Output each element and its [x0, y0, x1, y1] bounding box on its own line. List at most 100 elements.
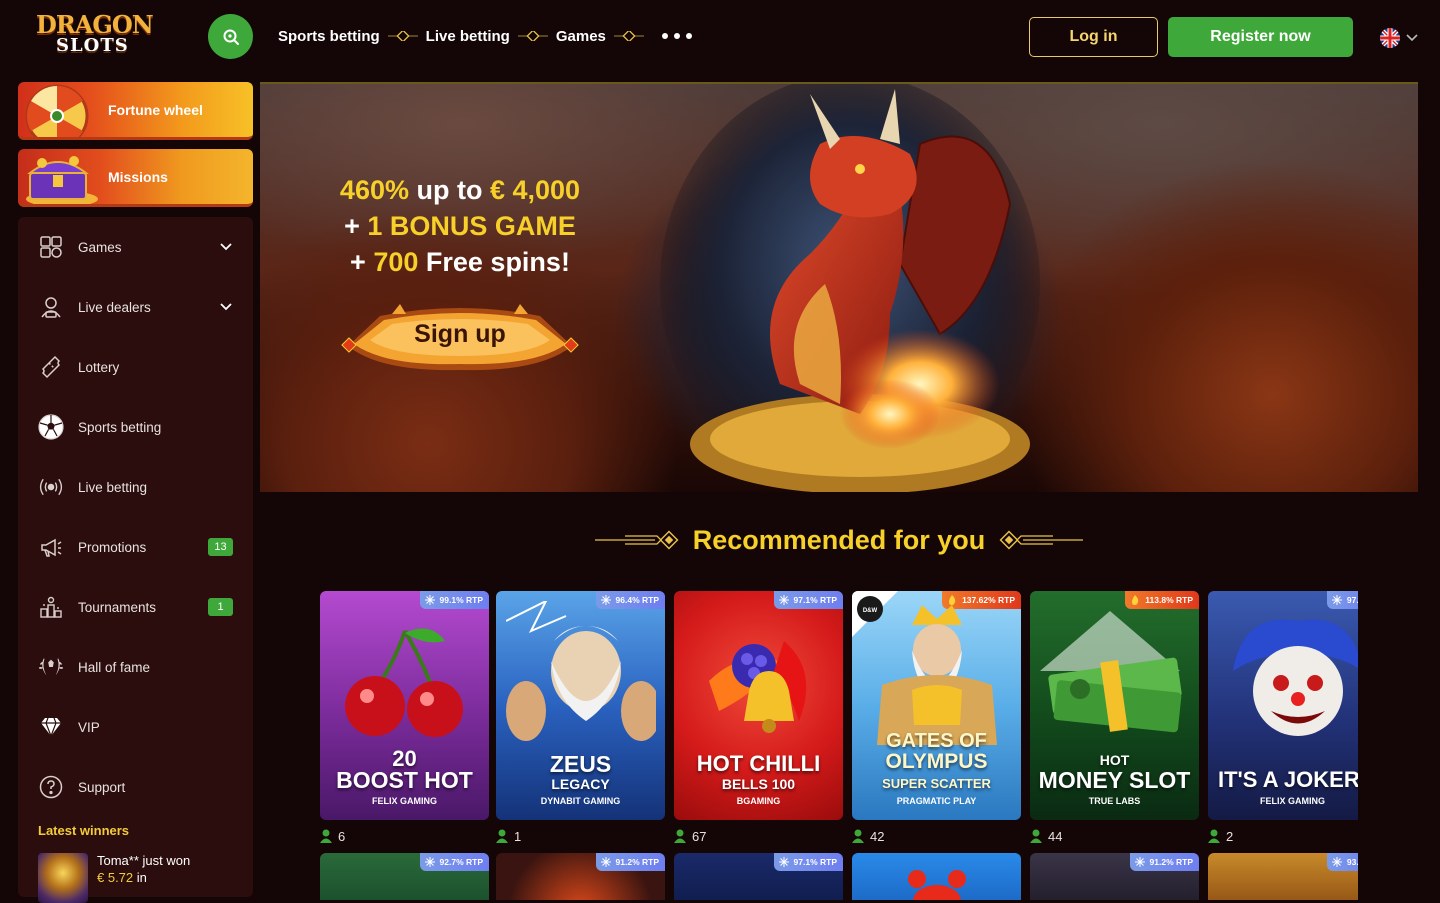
- login-button[interactable]: Log in: [1029, 17, 1158, 57]
- chevron-down-icon: [220, 303, 232, 311]
- rtp-badge: 97.1% RTP: [773, 853, 843, 871]
- sidebar-item-hall-of-fame[interactable]: Hall of fame: [18, 637, 253, 697]
- snowflake-icon: [600, 857, 611, 867]
- game-player-count: 1: [496, 827, 521, 845]
- player-icon: [1030, 829, 1042, 843]
- game-card-gates-of-olympus[interactable]: 137.62% RTP D&W GATES OF OLYMPUS SUPER S…: [852, 591, 1021, 820]
- hero-offer-line-1: 460% up to € 4,000: [339, 175, 581, 205]
- game-card-zeus-legacy[interactable]: 96.4% RTP ZEUS LEGACY DYNABIT GAMING: [496, 591, 665, 820]
- game-card-row2-1[interactable]: 92.7% RTP: [320, 853, 489, 900]
- game-card-hot-chilli-bells[interactable]: 97.1% RTP HOT CHILLI BELLS 100 BGAMING: [674, 591, 843, 820]
- promotions-count-badge: 13: [208, 538, 233, 556]
- sidebar-item-live-dealers[interactable]: Live dealers: [18, 277, 253, 337]
- winner-amount-suffix: in: [136, 870, 147, 885]
- game-card-row2-4[interactable]: [852, 853, 1021, 900]
- broadcast-icon: [38, 474, 64, 500]
- snowflake-icon: [424, 857, 435, 867]
- search-button[interactable]: [208, 14, 253, 59]
- game-title: MONEY SLOT: [1038, 767, 1191, 793]
- game-card-row2-5[interactable]: 91.2% RTP: [1030, 853, 1199, 900]
- game-card-row2-6[interactable]: 93.1%: [1208, 853, 1358, 900]
- language-selector[interactable]: [1380, 27, 1424, 49]
- player-icon: [1208, 829, 1220, 843]
- sidebar-item-support[interactable]: Support: [18, 757, 253, 817]
- diamond-icon: [38, 714, 64, 740]
- cherries-icon: [345, 628, 463, 737]
- game-provider: DYNABIT GAMING: [540, 796, 621, 806]
- snowflake-icon: [778, 595, 789, 605]
- game-title-top: HOT CHILLI: [696, 751, 821, 776]
- hero-offer-text: 460% up to € 4,000 + 1 BONUS GAME + 700 …: [320, 172, 600, 280]
- uk-flag-icon: [1380, 28, 1400, 48]
- latest-winner-item[interactable]: Toma** just won € 5.72 in: [38, 853, 248, 903]
- help-icon: [38, 774, 64, 800]
- dragon-illustration: [660, 84, 1040, 492]
- flame-icon: [1132, 595, 1139, 605]
- nav-live-betting[interactable]: Live betting: [426, 28, 510, 45]
- dealer-icon: [38, 294, 64, 320]
- game-title: BELLS 100: [721, 776, 796, 792]
- missions-card[interactable]: Missions: [18, 149, 253, 207]
- sidebar-item-tournaments[interactable]: Tournaments 1: [18, 577, 253, 637]
- game-card-its-a-joker[interactable]: 97.7% IT'S A JOKER FELIX GAMING: [1208, 591, 1358, 820]
- nav-sports-betting[interactable]: Sports betting: [278, 28, 380, 45]
- game-player-count: 6: [320, 827, 345, 845]
- more-menu-icon[interactable]: [658, 29, 696, 43]
- sidebar-item-label: Support: [78, 779, 126, 795]
- sidebar-menu: Games Live dealers Lottery Sports bettin…: [18, 217, 253, 903]
- signup-button[interactable]: Sign up: [340, 296, 580, 372]
- snowflake-icon: [424, 595, 435, 605]
- sidebar-item-vip[interactable]: VIP: [18, 697, 253, 757]
- fortune-wheel-icon: [25, 84, 89, 137]
- fortune-wheel-card[interactable]: Fortune wheel: [18, 82, 253, 140]
- hero-banner[interactable]: 460% up to € 4,000 + 1 BONUS GAME + 700 …: [260, 82, 1418, 492]
- game-provider: FELIX GAMING: [1260, 796, 1325, 806]
- snowflake-icon: [1134, 857, 1145, 867]
- rtp-badge: 97.1% RTP: [773, 591, 843, 609]
- rtp-badge: 97.7%: [1326, 591, 1358, 609]
- search-icon: [223, 29, 239, 45]
- rtp-badge: 99.1% RTP: [419, 591, 489, 609]
- money-stack-icon: [1040, 611, 1182, 733]
- sidebar: Fortune wheel Missions Games Live dealer…: [18, 82, 253, 903]
- crab-icon: [908, 870, 966, 900]
- game-title-top: HOT: [1099, 752, 1130, 768]
- zeus-illustration: [506, 601, 656, 741]
- signup-button-label: Sign up: [414, 320, 506, 348]
- game-provider: PRAGMATIC PLAY: [896, 796, 977, 806]
- sidebar-item-lottery[interactable]: Lottery: [18, 337, 253, 397]
- soccer-ball-icon: [38, 414, 64, 440]
- treasure-chest-icon: [26, 156, 98, 204]
- register-button[interactable]: Register now: [1168, 17, 1353, 57]
- sidebar-item-sports-betting[interactable]: Sports betting: [18, 397, 253, 457]
- joker-illustration: [1233, 619, 1358, 736]
- sidebar-item-label: Tournaments: [78, 599, 157, 615]
- game-player-count: 44: [1030, 827, 1062, 845]
- tournaments-count-badge: 1: [208, 598, 233, 616]
- sidebar-item-label: Live betting: [78, 479, 148, 495]
- game-card-20-boost-hot[interactable]: 99.1% RTP 20 BOOST HOT FELIX GAMING: [320, 591, 489, 820]
- game-title-top: ZEUS: [549, 751, 612, 777]
- game-card-row2-3[interactable]: 97.1% RTP: [674, 853, 843, 900]
- game-title-top: GATES OF: [886, 730, 987, 752]
- rtp-badge: 93.1%: [1326, 853, 1358, 871]
- chilli-bell-icon: [709, 641, 807, 733]
- logo-line-2: SLOTS: [56, 35, 129, 56]
- sidebar-item-games[interactable]: Games: [18, 217, 253, 277]
- game-card-hot-money-slot[interactable]: 113.8% RTP HOT MONEY SLOT TRUE LABS: [1030, 591, 1199, 820]
- game-player-count: 67: [674, 827, 706, 845]
- sidebar-item-promotions[interactable]: Promotions 13: [18, 517, 253, 577]
- main-nav: Sports betting Live betting Games: [278, 22, 696, 50]
- rtp-badge: 91.2% RTP: [595, 853, 665, 871]
- rtp-badge: 91.2% RTP: [1129, 853, 1199, 871]
- sidebar-item-label: Lottery: [78, 359, 120, 375]
- ornament-right-icon: [999, 530, 1084, 550]
- game-card-row2-2[interactable]: 91.2% RTP: [496, 853, 665, 900]
- sidebar-item-live-betting[interactable]: Live betting: [18, 457, 253, 517]
- nav-games[interactable]: Games: [556, 28, 606, 45]
- chevron-down-icon: [1406, 34, 1418, 42]
- dragon-slots-logo[interactable]: DRAGON SLOTS: [36, 8, 154, 58]
- tournament-icon: [38, 594, 64, 620]
- winner-amount-line: € 5.72 in: [97, 870, 147, 885]
- diamond-separator-icon: [380, 26, 426, 46]
